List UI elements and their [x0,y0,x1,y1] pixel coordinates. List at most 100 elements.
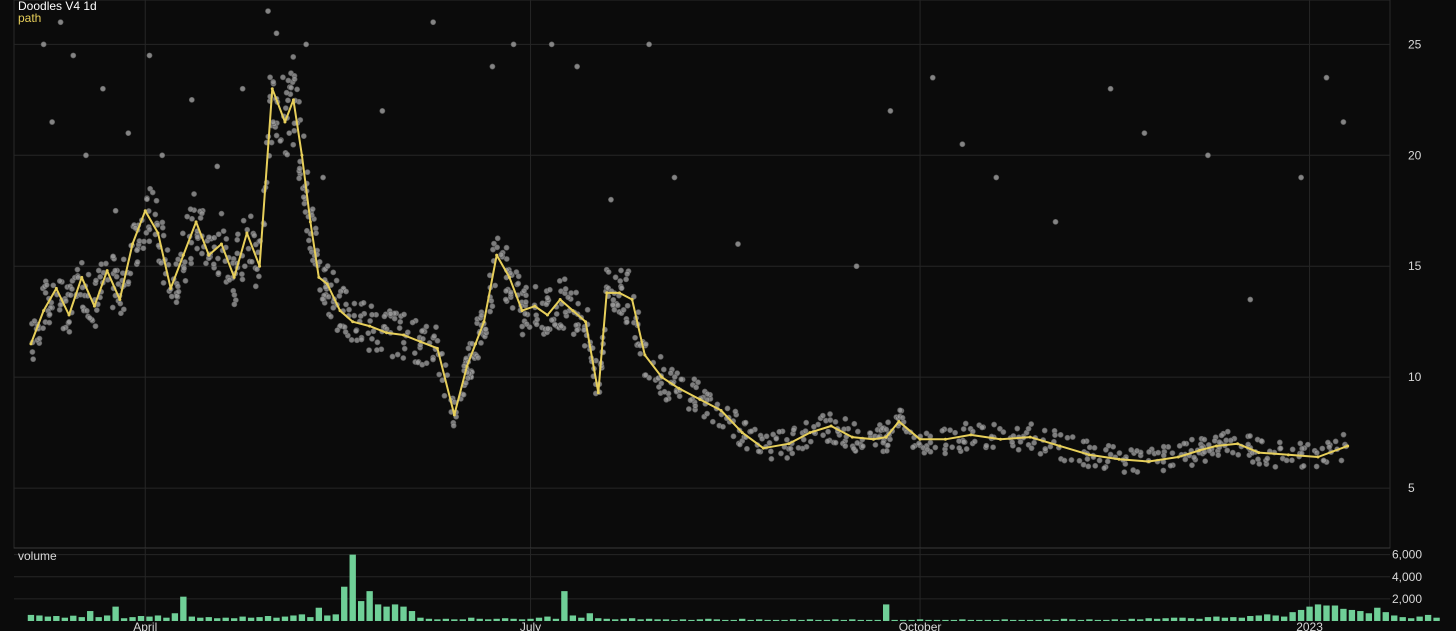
trade-point [327,313,334,320]
trade-point [850,445,857,452]
path-point [596,391,600,395]
trade-point [1224,447,1231,454]
trade-point [397,318,404,325]
trade-point [67,292,74,298]
path-point [850,435,854,439]
path-point [1286,453,1290,457]
trade-point [369,311,375,318]
trade-point [551,321,558,328]
volume-bar [739,618,746,621]
trade-point [1107,451,1114,458]
trade-point [127,270,134,277]
path-point [660,375,664,379]
trade-point [784,436,790,443]
trade-point [1313,449,1320,456]
volume-bar [1094,619,1102,621]
trade-point [575,300,582,307]
path-point [42,309,46,313]
trade-point [1289,446,1296,453]
trade-point [942,450,949,457]
volume-bar [417,617,424,621]
trade-point [1323,74,1330,81]
volume-bar [459,619,466,621]
volume-tick-label: 4,000 [1392,570,1422,584]
volume-bar [993,619,1000,621]
volume-axis-labels: 2,000 4,000 6,000 [1392,548,1422,606]
trade-point [374,347,380,353]
trade-point [960,439,967,445]
legend-path-series[interactable]: path [18,11,41,25]
volume-bar [230,618,238,621]
trade-point [60,325,67,332]
trade-point [624,302,631,309]
trade-point [231,292,238,298]
volume-bar [205,617,212,621]
trade-point [784,455,791,461]
trade-point [43,282,50,288]
volume-bar [950,619,958,621]
path-point [829,424,833,428]
date-tick-label: 2023 [1296,620,1323,631]
trade-point [248,258,255,265]
trade-point [960,426,967,432]
volume-bar [832,619,839,621]
trade-point [199,210,205,217]
path-point [897,420,901,424]
trade-point [932,444,939,451]
trade-point [309,206,316,213]
volume-bar [451,619,458,621]
trade-point [657,353,664,360]
trade-point [1300,463,1307,469]
trade-point [614,302,621,309]
trade-point [790,426,797,433]
trade-point [40,325,46,332]
trade-point [724,405,731,412]
trade-point [134,247,140,254]
trade-point [1052,218,1059,225]
trade-point [400,339,407,346]
trade-point [300,133,307,140]
volume-bar [645,618,653,621]
volume-bar [713,619,720,621]
trade-point [1160,452,1167,459]
trade-point [188,96,195,103]
volume-bar [103,615,111,621]
trade-point [146,238,153,245]
trade-point [1326,444,1333,451]
trade-point [277,138,284,144]
trade-point [767,448,774,455]
trade-point [489,303,496,310]
trade-point [1297,440,1304,447]
trade-point [899,414,906,421]
trade-point [353,328,359,334]
volume-bar [87,611,94,621]
trade-point [215,270,222,276]
trade-point [46,311,53,318]
trade-point [623,319,630,325]
trade-point [1155,449,1162,456]
volume-bar [307,617,314,621]
volume-bar [120,618,128,621]
trade-point [584,306,591,313]
trade-point [199,250,205,257]
volume-bar [1247,616,1254,621]
trade-point [789,450,796,457]
path-point [719,408,723,412]
trade-point [1313,463,1320,470]
trade-point [75,274,81,281]
trade-point [1277,445,1284,452]
path-point [368,324,372,328]
date-tick-label: July [520,620,541,631]
trade-point [270,79,277,85]
volume-bar [840,619,848,621]
volume-bar [1255,615,1262,621]
trade-point [404,329,411,336]
path-point [181,253,185,257]
trade-point [1229,449,1236,456]
trade-point [534,316,541,323]
trade-point [1025,425,1032,432]
trade-point [1015,446,1022,453]
trade-point [239,85,246,92]
trade-point [663,396,670,403]
path-point [232,275,236,279]
